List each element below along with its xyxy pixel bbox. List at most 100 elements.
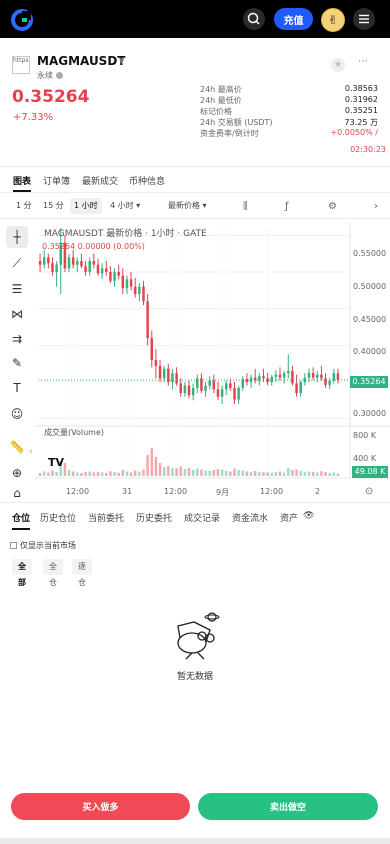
candle-body	[270, 376, 273, 382]
time-axis-label: 2	[315, 487, 321, 496]
candle-body	[187, 385, 191, 396]
emoji-icon[interactable]: ☺	[6, 403, 28, 425]
pattern-icon[interactable]: ⋈	[6, 303, 28, 325]
volume-axis-label: 800 K	[353, 431, 377, 440]
price-axis-label: 0.55000	[353, 249, 387, 258]
volume-bar	[295, 469, 298, 476]
time-axis-label: 12:00	[164, 487, 188, 496]
volume-bar	[311, 471, 315, 476]
candle-body	[88, 261, 91, 272]
candle-body	[175, 373, 178, 384]
volume-bar	[167, 466, 170, 476]
zoom-in-icon[interactable]: ⊕	[6, 462, 28, 484]
share-icon[interactable]: ⋯	[358, 56, 368, 67]
eye-icon[interactable]: 👁	[303, 511, 314, 521]
avatar[interactable]: ✌	[321, 8, 345, 32]
tab-order-history[interactable]: 历史委托	[136, 511, 172, 524]
tab-assets[interactable]: 资产	[280, 511, 298, 524]
only-current-market-checkbox[interactable]: 仅显示当前市场	[10, 540, 76, 551]
price-chart[interactable]: MAGMAUSDT 最新价格 · 1小时 · GATE 0.35264 0.00…	[29, 222, 390, 502]
candle-body	[117, 272, 120, 276]
tab-position-history[interactable]: 历史仓位	[40, 511, 76, 524]
tab-coin-info[interactable]: 币种信息	[129, 174, 165, 187]
tradingview-logo[interactable]: TV	[48, 456, 64, 469]
stat-label: 资金费率/倒计时	[200, 129, 259, 138]
tab-fund-flow[interactable]: 资金流水	[232, 511, 268, 524]
tab-open-orders[interactable]: 当前委托	[88, 511, 124, 524]
indicators-icon[interactable]: ƒ	[285, 201, 289, 212]
candle-body	[51, 263, 54, 272]
ruler-icon[interactable]: 📏	[6, 436, 28, 458]
volume-bar	[92, 472, 96, 476]
candle-body	[96, 264, 100, 274]
volume-bar	[154, 457, 158, 476]
chevron-left-icon[interactable]: ‹	[29, 447, 33, 457]
text-tool-icon[interactable]: T	[6, 377, 28, 399]
tab-trade-history[interactable]: 成交记录	[184, 511, 220, 524]
brush-icon[interactable]: ✎	[6, 352, 28, 374]
candle-body	[42, 257, 46, 265]
chip-all[interactable]: 全部	[12, 559, 32, 587]
coin-logo-image: https	[12, 56, 30, 74]
magnet-icon[interactable]: ⌂	[6, 482, 28, 504]
chart-legend-ohlc: 0.35264 0.00000 (0.00%)	[42, 242, 145, 251]
sell-short-button[interactable]: 卖出做空	[198, 793, 378, 820]
projection-icon[interactable]: ⇉	[6, 328, 28, 350]
tab-positions[interactable]: 仓位	[12, 511, 30, 524]
volume-bar	[282, 472, 286, 476]
hamburger-menu-icon	[359, 14, 369, 24]
candlestick-chart[interactable]	[34, 222, 390, 502]
search-button[interactable]	[243, 8, 265, 30]
symbol-selector[interactable]: MAGMAUSDT	[37, 54, 125, 68]
interval-1m[interactable]: 1 分	[12, 198, 36, 214]
gear-icon[interactable]: ⚙	[328, 201, 337, 212]
price-axis-label: 0.45000	[353, 315, 387, 324]
price-type-dropdown[interactable]: 最新价格 ▾	[164, 198, 211, 214]
volume-bar	[307, 471, 311, 476]
tab-recent-trades[interactable]: 最新成交	[82, 174, 118, 187]
candle-body	[262, 376, 265, 379]
volume-bar	[237, 470, 240, 476]
volume-bar	[191, 470, 195, 476]
volume-bar	[179, 466, 182, 476]
candle-body	[150, 338, 154, 360]
info-icon[interactable]	[56, 72, 63, 79]
trendline-icon[interactable]: ⟋	[6, 252, 28, 274]
chip-cross[interactable]: 全仓	[43, 559, 63, 587]
favorite-star-icon[interactable]: ★	[331, 58, 345, 72]
tab-orderbook[interactable]: 订单簿	[43, 174, 70, 187]
brand-logo-icon[interactable]	[11, 9, 33, 31]
stat-row: 24h 交易额 (USDT) 73.25 万	[200, 117, 378, 128]
interval-1h[interactable]: 1 小时	[70, 198, 102, 214]
candle-body	[295, 383, 298, 393]
volume-bar	[76, 472, 79, 476]
fib-lines-icon[interactable]: ☰	[6, 278, 28, 300]
volume-bar	[224, 471, 228, 476]
deposit-button[interactable]: 充值	[274, 8, 313, 30]
volume-bar	[216, 469, 220, 476]
interval-4h-dropdown[interactable]: 4 小时 ▾	[106, 198, 144, 214]
buy-long-button[interactable]: 买入做多	[11, 793, 190, 820]
chart-settings-icon[interactable]: ⊙	[365, 486, 373, 497]
menu-button[interactable]	[353, 8, 375, 30]
active-tab-indicator	[12, 528, 30, 530]
empty-state-text: 暂无数据	[176, 672, 213, 682]
candle-body	[121, 275, 125, 289]
tab-chart[interactable]: 图表	[13, 174, 31, 187]
volume-bar	[117, 472, 120, 476]
interval-15m[interactable]: 15 分	[39, 198, 68, 214]
candle-body	[237, 387, 240, 400]
chevron-down-icon[interactable]: ▼	[119, 57, 124, 65]
crosshair-icon[interactable]: ┼	[6, 226, 28, 248]
divider	[0, 218, 390, 219]
candle-style-icon[interactable]: ⫼	[243, 201, 248, 212]
last-price-tag: 0.35264	[350, 376, 388, 388]
checkbox[interactable]	[10, 542, 17, 549]
main-tabs: 图表 订单簿 最新成交 币种信息	[0, 172, 390, 192]
stat-value: 0.38563	[344, 84, 378, 93]
volume-bar	[212, 470, 216, 476]
chevron-right-icon[interactable]: ›	[374, 201, 378, 212]
search-icon	[247, 12, 260, 25]
chip-isolated[interactable]: 逐仓	[72, 559, 92, 587]
volume-bar	[142, 469, 145, 476]
